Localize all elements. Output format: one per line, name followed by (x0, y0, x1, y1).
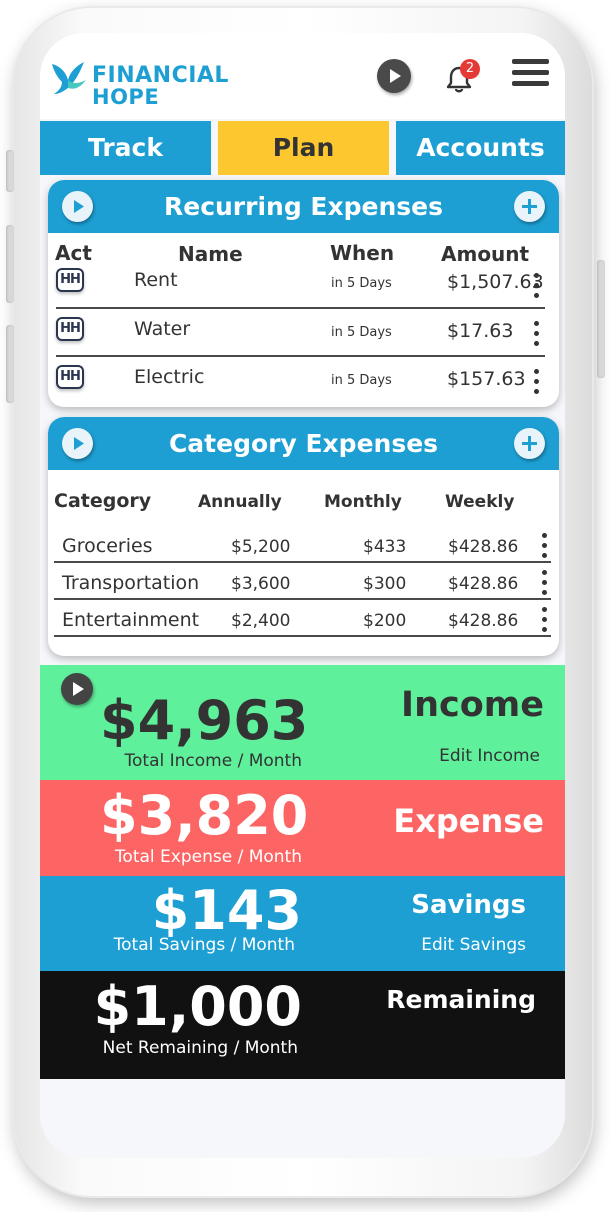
tab-plan[interactable]: Plan (218, 121, 389, 175)
column-header-when: When (330, 241, 395, 265)
row-divider (54, 598, 551, 600)
category-monthly: $200 (363, 611, 407, 631)
add-button[interactable] (514, 191, 545, 222)
app-header: FINANCIAL HOPE 2 (40, 33, 565, 119)
expense-amount: $1,507.63 (447, 271, 544, 293)
category-annually: $2,400 (231, 611, 291, 631)
category-name: Groceries (62, 535, 153, 557)
play-button[interactable] (62, 191, 93, 222)
phone-side-button (6, 225, 14, 303)
menu-icon[interactable] (512, 59, 549, 89)
kebab-menu-icon[interactable] (534, 369, 540, 395)
kebab-menu-icon[interactable] (542, 533, 548, 559)
expense-amount: $17.63 (447, 320, 514, 342)
bird-logo-icon (52, 62, 86, 94)
phone-side-button (6, 150, 14, 192)
expense-amount: $157.63 (447, 368, 526, 390)
hh-action-icon[interactable]: HH (56, 268, 84, 292)
category-annually: $5,200 (231, 537, 291, 557)
remaining-amount: $1,000 (93, 975, 302, 1038)
expense-when: in 5 Days (331, 276, 392, 291)
card-title: Category Expenses (168, 429, 439, 458)
savings-amount: $143 (151, 879, 302, 942)
column-header-act: Act (55, 241, 92, 265)
category-annually: $3,600 (231, 574, 291, 594)
tab-accounts[interactable]: Accounts (396, 121, 565, 175)
play-icon (390, 69, 401, 83)
play-icon (74, 437, 84, 450)
column-header-name: Name (178, 242, 243, 266)
notification-badge: 2 (460, 59, 480, 79)
kebab-menu-icon[interactable] (534, 321, 540, 347)
column-header-weekly: Weekly (445, 492, 515, 512)
expense-name: Water (134, 318, 191, 340)
income-title: Income (401, 685, 544, 725)
play-icon (73, 682, 84, 696)
category-weekly: $428.86 (448, 611, 519, 631)
tab-track[interactable]: Track (40, 121, 211, 175)
row-divider (56, 307, 545, 309)
category-expenses-card: Category Expenses Category Annually Mont… (48, 417, 559, 656)
income-summary: $4,963 Total Income / Month Income Edit … (40, 665, 565, 780)
column-header-amount: Amount (441, 242, 530, 266)
expense-name: Rent (134, 269, 178, 291)
remaining-caption: Net Remaining / Month (102, 1038, 298, 1058)
category-weekly: $428.86 (448, 574, 519, 594)
remaining-title: Remaining (386, 985, 536, 1014)
add-icon (522, 199, 537, 214)
expense-when: in 5 Days (331, 373, 392, 388)
phone-side-button (597, 260, 605, 378)
category-weekly: $428.86 (448, 537, 519, 557)
main-tabs: Track Plan Accounts (40, 121, 565, 175)
column-header-monthly: Monthly (324, 492, 402, 512)
row-divider (56, 355, 545, 357)
hh-action-icon[interactable]: HH (56, 365, 84, 389)
edit-savings-link[interactable]: Edit Savings (370, 935, 526, 955)
column-header-category: Category (54, 490, 152, 512)
income-caption: Total Income / Month (124, 751, 302, 771)
hh-action-icon[interactable]: HH (56, 317, 84, 341)
row-divider (54, 561, 551, 563)
row-divider (54, 635, 551, 637)
savings-title: Savings (411, 890, 526, 920)
column-header-annually: Annually (198, 492, 282, 512)
play-icon (74, 200, 84, 213)
play-button[interactable] (62, 428, 93, 459)
edit-income-link[interactable]: Edit Income (380, 746, 540, 766)
savings-caption: Total Savings / Month (113, 935, 295, 955)
category-name: Entertainment (62, 609, 200, 631)
app-screen: FINANCIAL HOPE 2 Track Plan Accounts Rec… (40, 33, 565, 1158)
expense-summary: $3,820 Total Expense / Month Expense (40, 780, 565, 876)
expense-caption: Total Expense / Month (114, 847, 302, 867)
add-button[interactable] (514, 428, 545, 459)
expense-when: in 5 Days (331, 325, 392, 340)
brand-name-2: HOPE (92, 85, 160, 109)
add-icon (522, 436, 537, 451)
card-title: Recurring Expenses (163, 192, 444, 221)
expense-title: Expense (393, 802, 544, 840)
savings-summary: $143 Total Savings / Month Savings Edit … (40, 876, 565, 971)
category-name: Transportation (62, 572, 200, 594)
kebab-menu-icon[interactable] (542, 570, 548, 596)
recurring-expenses-card: Recurring Expenses Act Name When Amount … (48, 180, 559, 407)
kebab-menu-icon[interactable] (542, 607, 548, 633)
category-monthly: $433 (363, 537, 407, 557)
play-button[interactable] (377, 59, 411, 93)
kebab-menu-icon[interactable] (534, 273, 540, 299)
category-monthly: $300 (363, 574, 407, 594)
expense-amount: $3,820 (100, 784, 309, 847)
play-button[interactable] (61, 673, 93, 705)
phone-side-button (6, 325, 14, 403)
expense-name: Electric (134, 366, 205, 388)
income-amount: $4,963 (100, 689, 309, 752)
remaining-summary: $1,000 Net Remaining / Month Remaining (40, 971, 565, 1079)
